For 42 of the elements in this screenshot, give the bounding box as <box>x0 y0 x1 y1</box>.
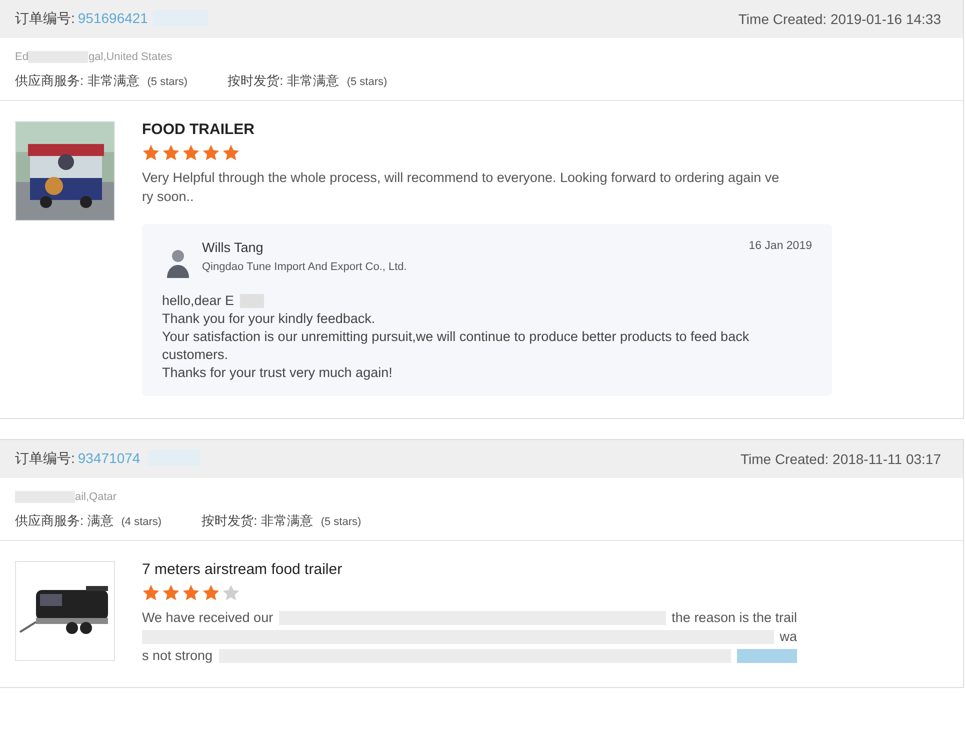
star-count: (5 stars) <box>147 76 188 88</box>
star-icon <box>162 144 180 162</box>
star-icon <box>222 144 240 162</box>
comment-text: the reason is the trail <box>672 609 797 627</box>
star-icon <box>142 584 160 602</box>
star-count: (5 stars) <box>346 76 388 88</box>
comment-text: Thank you for your kindly feedback. <box>162 310 376 328</box>
comment-text: Very Helpful through the whole process, will recommend to everyone. Looking forward to ordering again ve <box>142 169 780 187</box>
star-count: (5 stars) <box>320 516 362 528</box>
comment-text: wa <box>780 628 797 646</box>
order-label: 订单编号: <box>15 450 75 466</box>
comment-text: customers. <box>162 346 228 364</box>
star-icon <box>202 144 220 162</box>
star-icon <box>142 144 160 162</box>
blurred-text <box>240 294 264 308</box>
comment-text: Your satisfaction is our unremitting pursuit,we will continue to produce better products to feed back <box>162 328 750 346</box>
star-count: (4 stars) <box>121 516 162 528</box>
star-icon <box>182 584 200 602</box>
buyer-location: ail,Qatar <box>75 491 117 503</box>
product-title[interactable]: 7 meters airstream food trailer <box>142 561 797 578</box>
time-created: Time Created: 2018-11-11 03:17 <box>740 451 941 467</box>
comment-text: ry soon.. <box>142 188 194 206</box>
comment-text: We have received our <box>142 609 274 627</box>
time-created: Time Created: 2019-01-16 14:33 <box>738 11 941 27</box>
replier-name: Wills Tang <box>202 240 264 255</box>
rating-label: 供应商服务: 满意 <box>15 512 114 530</box>
star-icon <box>222 584 240 602</box>
buyer-location: Ed <box>15 51 28 63</box>
rating-label: 供应商服务: 非常满意 <box>15 72 140 90</box>
star-icon <box>182 144 200 162</box>
rating-label: 按时发货: 非常满意 <box>202 512 313 530</box>
company-name: Qingdao Tune Import And Export Co., Ltd. <box>202 261 407 273</box>
reply-date: 16 Jan 2019 <box>748 240 812 252</box>
comment-text: Thanks for your trust very much again! <box>162 364 392 382</box>
star-icon <box>162 584 180 602</box>
order-label: 订单编号: <box>15 10 75 26</box>
product-title[interactable]: FOOD TRAILER <box>142 121 832 138</box>
star-icon <box>202 584 220 602</box>
comment-text: s not strong <box>142 647 213 665</box>
comment-text: hello,dear E <box>162 292 234 310</box>
buyer-location: gal,United States <box>88 51 172 63</box>
rating-label: 按时发货: 非常满意 <box>228 72 339 90</box>
